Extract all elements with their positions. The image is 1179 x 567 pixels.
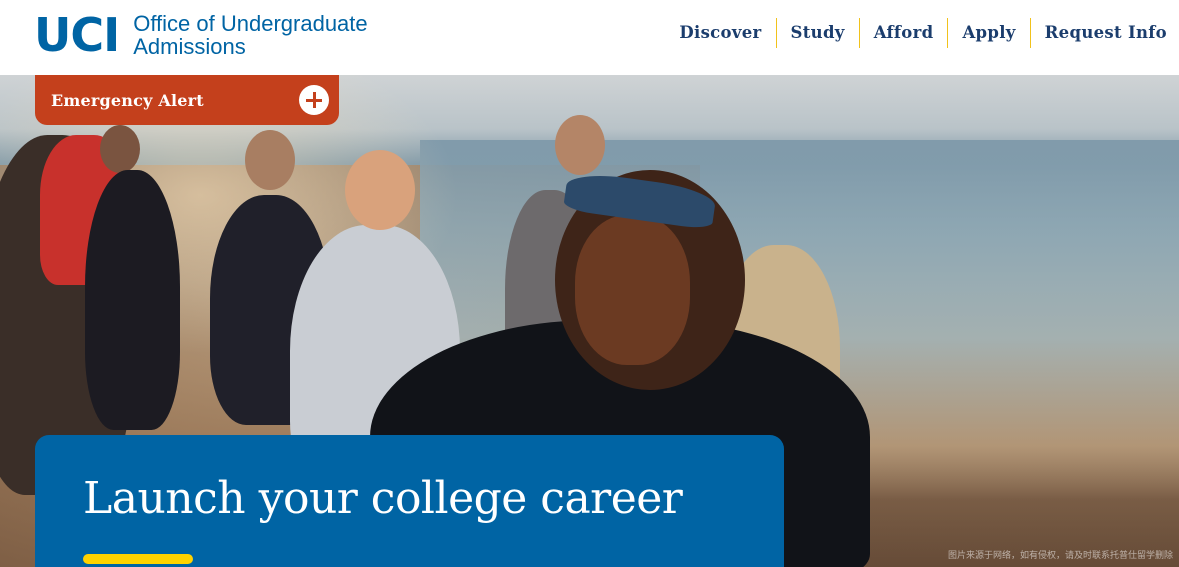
runner-5-head bbox=[555, 115, 605, 175]
runner-2 bbox=[85, 170, 180, 430]
main-nav: Discover Study Afford Apply Request Info bbox=[665, 18, 1179, 48]
hero-headline-panel: Launch your college career bbox=[35, 435, 784, 567]
runner-front-face bbox=[575, 215, 690, 365]
runner-head bbox=[100, 125, 140, 173]
site-header: UCI Office of Undergraduate Admissions D… bbox=[0, 0, 1179, 75]
nav-apply[interactable]: Apply bbox=[947, 18, 1029, 48]
emergency-alert-button[interactable]: Emergency Alert bbox=[35, 75, 339, 125]
runner-3-head bbox=[245, 130, 295, 190]
nav-discover[interactable]: Discover bbox=[665, 18, 775, 48]
emergency-alert-label: Emergency Alert bbox=[51, 90, 204, 110]
runner-4-head bbox=[345, 150, 415, 230]
nav-study[interactable]: Study bbox=[775, 18, 859, 48]
logo-line-1: Office of Undergraduate bbox=[133, 11, 368, 36]
logo-line-2: Admissions bbox=[133, 34, 246, 59]
logo-mark: UCI bbox=[34, 8, 120, 62]
hero-headline: Launch your college career bbox=[83, 473, 683, 524]
watermark-text: 图片来源于网络，如有侵权，请及时联系托普仕留学删除 bbox=[947, 551, 1173, 561]
headline-accent-bar bbox=[83, 554, 193, 564]
nav-request-info[interactable]: Request Info bbox=[1029, 18, 1179, 48]
plus-circle-icon[interactable] bbox=[299, 85, 329, 115]
uci-logo[interactable]: UCI Office of Undergraduate Admissions bbox=[34, 12, 368, 58]
nav-afford[interactable]: Afford bbox=[858, 18, 948, 48]
logo-text: Office of Undergraduate Admissions bbox=[133, 12, 367, 58]
